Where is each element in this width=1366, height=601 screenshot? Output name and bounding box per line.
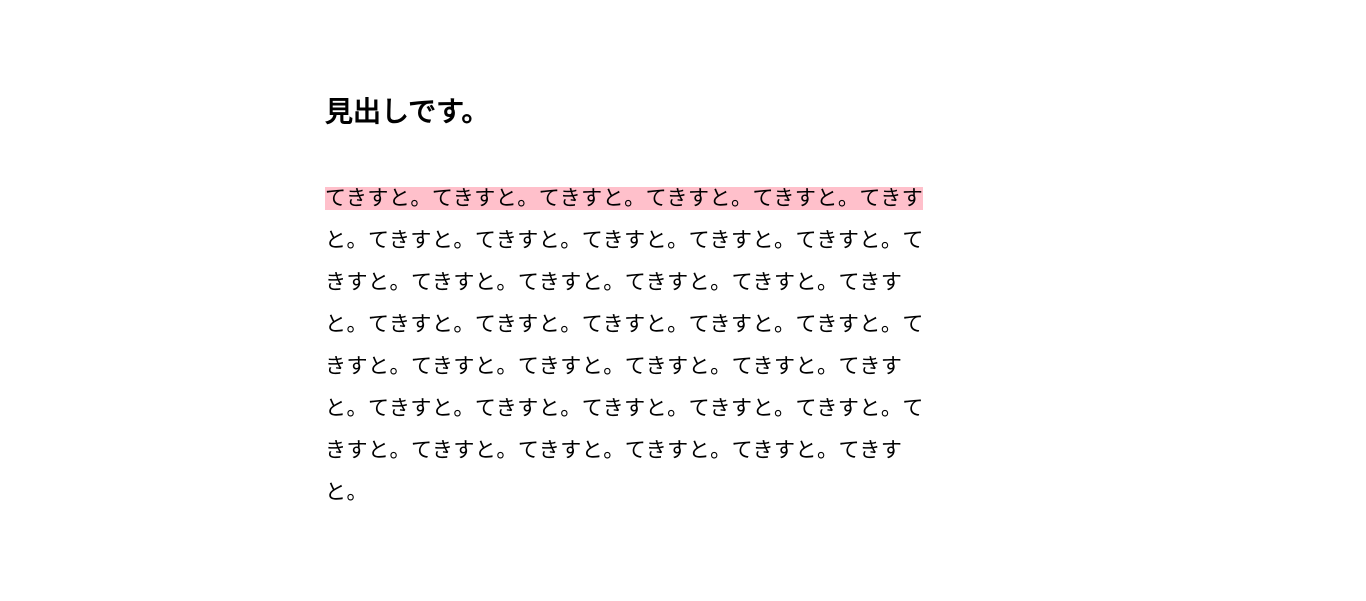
body-paragraph: てきすと。てきすと。てきすと。てきすと。てきすと。てきすと。てきすと。てきすと。…: [325, 178, 925, 514]
heading: 見出しです。: [325, 90, 925, 130]
document-content: 見出しです。 てきすと。てきすと。てきすと。てきすと。てきすと。てきすと。てきす…: [325, 90, 925, 514]
